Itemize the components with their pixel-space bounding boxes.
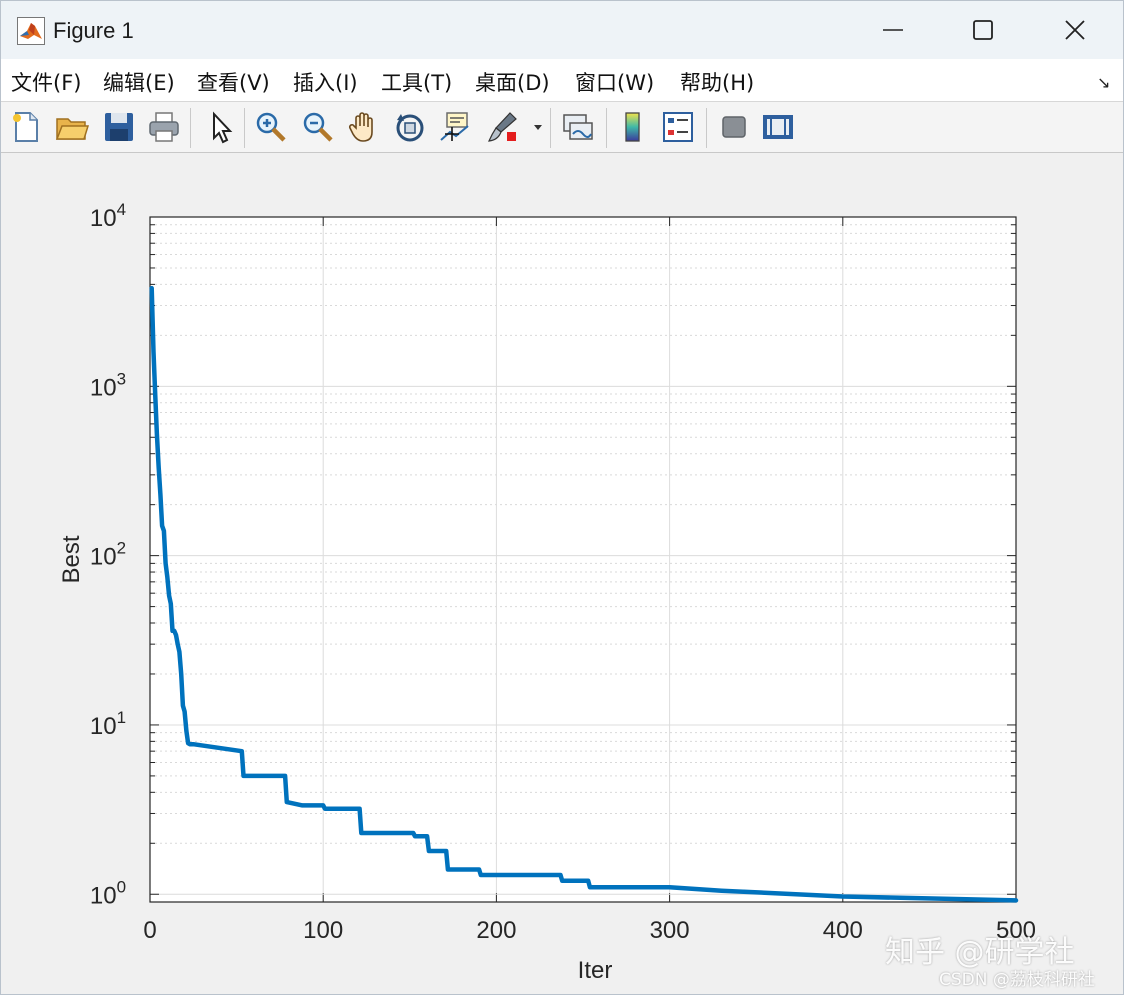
minimize-icon	[883, 29, 903, 31]
menu-file[interactable]: 文件(F)	[11, 67, 81, 97]
show-plot-tools-icon[interactable]	[761, 110, 795, 144]
data-cursor-icon[interactable]	[438, 110, 472, 144]
maximize-icon	[973, 20, 993, 40]
menu-help[interactable]: 帮助(H)	[680, 67, 754, 97]
toolbar-separator	[706, 108, 707, 148]
toolbar-separator	[244, 108, 245, 148]
x-tick-label: 0	[143, 917, 156, 944]
maximize-button[interactable]	[937, 1, 1029, 59]
menu-tools[interactable]: 工具(T)	[381, 67, 452, 97]
brush-dropdown-icon[interactable]	[528, 110, 548, 144]
figure-toolbar	[1, 102, 1123, 153]
y-axis-label: Best	[58, 535, 85, 583]
print-icon[interactable]	[147, 110, 181, 144]
edit-plot-arrow-icon[interactable]	[204, 110, 238, 144]
toolbar-separator	[190, 108, 191, 148]
y-tick-label: 102	[90, 539, 126, 571]
toolbar-separator	[550, 108, 551, 148]
window-title: Figure 1	[53, 18, 134, 43]
rotate-3d-icon[interactable]	[393, 110, 427, 144]
pan-hand-icon[interactable]	[347, 110, 381, 144]
matlab-logo-icon	[17, 17, 45, 45]
close-icon	[1065, 20, 1085, 40]
title-bar: Figure 1	[1, 1, 1123, 59]
minimize-button[interactable]	[847, 1, 939, 59]
x-tick-label: 400	[823, 917, 863, 944]
toolbar-separator	[606, 108, 607, 148]
y-tick-label: 104	[90, 200, 126, 232]
menu-edit[interactable]: 编辑(E)	[103, 67, 175, 97]
y-tick-label: 101	[90, 708, 126, 740]
x-tick-label: 200	[476, 917, 516, 944]
menu-view[interactable]: 查看(V)	[197, 67, 270, 97]
line-chart[interactable]: 0 100 200 300 400 500100101102103104IterBest	[1, 153, 1123, 994]
hide-plot-tools-icon[interactable]	[717, 110, 751, 144]
legend-icon[interactable]	[661, 110, 695, 144]
menu-window[interactable]: 窗口(W)	[575, 67, 654, 97]
y-tick-label: 103	[90, 369, 126, 401]
zoom-in-icon[interactable]	[254, 110, 288, 144]
open-file-icon[interactable]	[55, 110, 89, 144]
save-icon[interactable]	[102, 110, 136, 144]
dock-arrow-icon[interactable]: ↘	[1097, 73, 1110, 92]
new-figure-icon[interactable]	[9, 110, 43, 144]
x-tick-label: 100	[303, 917, 343, 944]
figure-canvas[interactable]: 0 100 200 300 400 500 100 101 102 103 104 Iter Best …	[1, 153, 1123, 994]
menu-desktop[interactable]: 桌面(D)	[475, 67, 550, 97]
menu-insert[interactable]: 插入(I)	[293, 67, 358, 97]
link-plot-icon[interactable]	[561, 110, 595, 144]
colorbar-icon[interactable]	[616, 110, 650, 144]
zoom-out-icon[interactable]	[301, 110, 335, 144]
watermark-csdn: CSDN @荔枝科研社	[939, 970, 1095, 990]
y-tick-label: 100	[90, 877, 126, 909]
plot-area	[150, 217, 1016, 902]
menu-bar: 文件(F) 编辑(E) 查看(V) 插入(I) 工具(T) 桌面(D) 窗口(W…	[1, 59, 1123, 102]
x-tick-label: 300	[650, 917, 690, 944]
close-button[interactable]	[1029, 1, 1121, 59]
x-axis-label: Iter	[578, 957, 613, 984]
figure-window: Figure 1 文件(F) 编辑(E) 查看(V) 插入(I) 工具(T) 桌…	[0, 0, 1124, 995]
brush-icon[interactable]	[486, 110, 520, 144]
